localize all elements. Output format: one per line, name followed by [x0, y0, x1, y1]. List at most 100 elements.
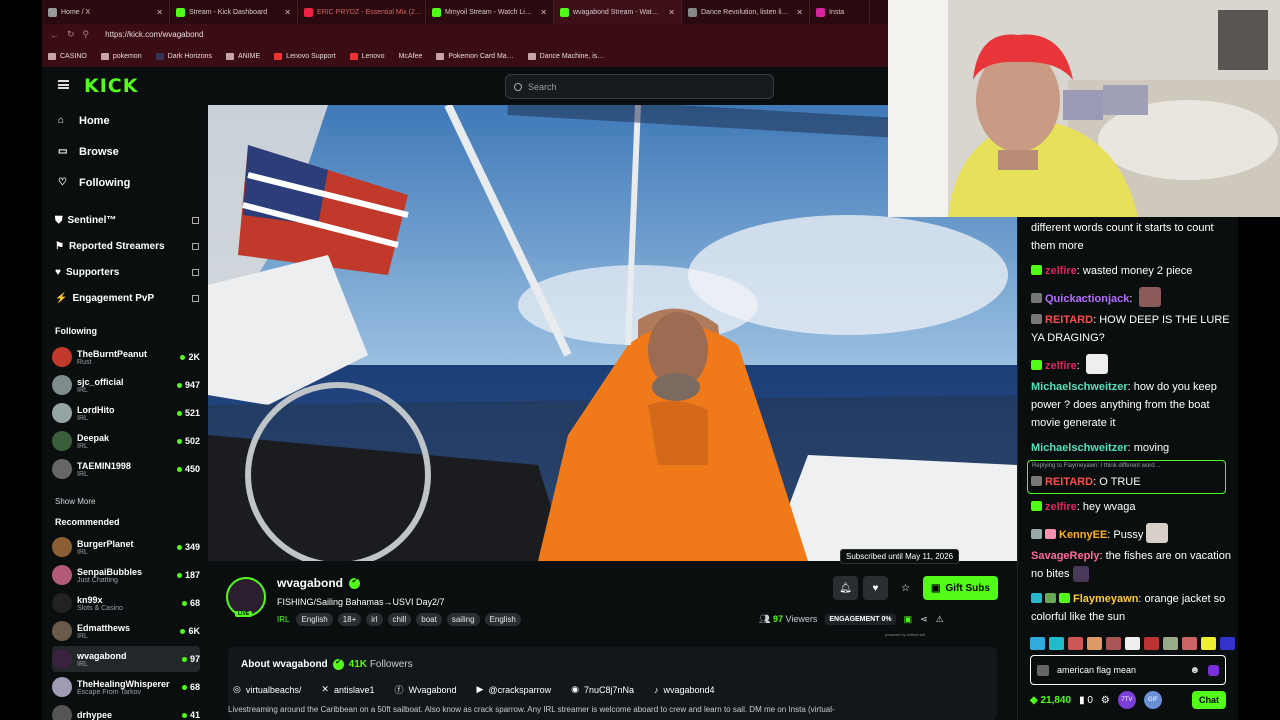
tag[interactable]: English [296, 613, 333, 626]
instagram-icon: ◎ [233, 684, 241, 694]
subscribe-button[interactable]: ☆ [893, 576, 918, 600]
tag[interactable]: boat [416, 613, 442, 626]
tool-supporters[interactable]: ♥ Supporters [55, 267, 199, 278]
channel-item[interactable]: LordHito IRL 521 [52, 400, 200, 426]
close-icon[interactable]: ✕ [156, 8, 163, 17]
social-link[interactable]: ⓕ Wvagabond [394, 683, 456, 696]
bookmark-item[interactable]: Lenovo [349, 52, 385, 60]
browser-tab[interactable]: Mmyoil Stream - Watch Li… ✕ [426, 0, 554, 24]
report-icon[interactable]: ⚠ [936, 614, 944, 625]
channel-item-selected[interactable]: wvagabond IRL 97 [52, 646, 200, 672]
social-link[interactable]: ◉ 7nuC8j7nNa [571, 683, 634, 696]
browser-tab-active[interactable]: wvagabond Stream - Wat… ✕ [554, 0, 682, 24]
tool-sentinel[interactable]: ⛊ Sentinel™ [55, 215, 199, 226]
chat-message: Michaelschweitzer: how do you keep power… [1031, 381, 1217, 429]
close-icon[interactable]: ✕ [284, 8, 291, 17]
tool-engagement-pvp[interactable]: ⚡ Engagement PvP [55, 293, 199, 304]
gif-icon[interactable]: GIF [1143, 691, 1162, 709]
menu-icon[interactable] [58, 80, 69, 89]
external-link-icon [192, 243, 199, 250]
tag[interactable]: 18+ [337, 613, 362, 626]
emote-icon[interactable] [1030, 637, 1045, 650]
tag[interactable]: sailing [446, 613, 480, 626]
close-icon[interactable]: ✕ [668, 8, 675, 17]
bookmark-item[interactable]: McAfee [399, 53, 423, 60]
channel-item[interactable]: kn99x Slots & Casino 68 [52, 590, 200, 616]
social-link[interactable]: ♪ wvagabond4 [654, 683, 715, 696]
social-link[interactable]: ◎ virtualbeachs/ [233, 683, 301, 696]
category-link[interactable]: IRL [277, 615, 289, 624]
channel-name[interactable]: wvagabond [277, 576, 361, 590]
kick-logo[interactable]: KICK [84, 75, 138, 97]
browser-tab[interactable]: Dance Revolution, listen li… ✕ [682, 0, 810, 24]
clip-icon[interactable]: ▣ [904, 614, 913, 625]
gift-subs-button[interactable]: ▣ Gift Subs [923, 576, 998, 600]
site-info-icon[interactable]: ⚲ [83, 29, 90, 40]
emote-icon[interactable] [1087, 637, 1102, 650]
emote-icon[interactable] [1125, 637, 1140, 650]
emote-icon[interactable] [1201, 637, 1216, 650]
channel-item[interactable]: SenpaiBubbles Just Chatting 187 [52, 562, 200, 588]
channel-item[interactable]: sjc_official IRL 947 [52, 372, 200, 398]
settings-icon[interactable]: ⚙ [1101, 695, 1110, 706]
emote-icon[interactable] [1068, 637, 1083, 650]
channel-item[interactable]: TheBurntPeanut Rust 2K [52, 344, 200, 370]
emote-icon[interactable] [1144, 637, 1159, 650]
share-icon[interactable]: ⋖ [920, 614, 928, 625]
browser-tab[interactable]: Home / X ✕ [42, 0, 170, 24]
channel-item[interactable]: TAEMIN1998 IRL 450 [52, 456, 200, 482]
sidebar-item-following[interactable]: ♡ Following [58, 177, 130, 189]
sidebar-item-browse[interactable]: ▭ Browse [58, 146, 119, 158]
chat-input[interactable]: american flag mean ☻ [1030, 655, 1226, 685]
tag[interactable]: irl [366, 613, 383, 626]
social-link[interactable]: ▶ @cracksparrow [477, 683, 552, 696]
bookmark-item[interactable]: Dark Horizons [155, 52, 212, 60]
7tv-icon[interactable]: 7TV [1117, 691, 1136, 709]
channel-item[interactable]: Deepak IRL 502 [52, 428, 200, 454]
bookmark-item[interactable]: Pokemon Card Ma… [436, 52, 514, 60]
emote-icon[interactable] [1049, 637, 1064, 650]
tag[interactable]: English [484, 613, 521, 626]
recommended-section-title: Recommended [55, 517, 120, 527]
close-icon[interactable]: ✕ [540, 8, 547, 17]
sidebar-item-home[interactable]: ⌂ Home [58, 115, 110, 127]
emote-icon[interactable] [1220, 637, 1235, 650]
tool-reported-streamers[interactable]: ⚑ Reported Streamers [55, 241, 199, 252]
bookmark-item[interactable]: CASINO [48, 52, 87, 60]
tag[interactable]: chill [387, 613, 412, 626]
close-icon[interactable]: ✕ [796, 8, 803, 17]
channel-item[interactable]: drhypee 41 [52, 702, 200, 720]
smiley-icon[interactable]: ☻ [1189, 665, 1200, 676]
reload-icon[interactable]: ↻ [67, 29, 75, 40]
bookmark-item[interactable]: pokemon [100, 52, 142, 60]
emote-icon[interactable] [1106, 637, 1121, 650]
favicon-icon [304, 7, 313, 17]
bookmark-item[interactable]: Lenovo Support [274, 52, 336, 60]
emote-icon[interactable] [1163, 637, 1178, 650]
bookmarks-bar: CASINO pokemon Dark Horizons ANIME Lenov… [42, 45, 888, 67]
bookmark-item[interactable]: Dance Machine, is… [527, 52, 604, 60]
channel-item[interactable]: Edmatthews IRL 6K [52, 618, 200, 644]
engagement-meter: ENGAGEMENT 0% [825, 614, 896, 625]
follow-button[interactable]: ♥ [863, 576, 888, 600]
url-field[interactable]: https://kick.com/wvagabond [105, 30, 203, 39]
badge-icon [1045, 593, 1056, 603]
channel-item[interactable]: TheHealingWhisperer Escape From Tarkov 68 [52, 674, 200, 700]
send-chat-button[interactable]: Chat [1192, 691, 1226, 709]
bookmark-item[interactable]: ANIME [226, 52, 260, 60]
social-link[interactable]: ✕ antislave1 [321, 683, 374, 696]
channel-item[interactable]: BurgerPlanet IRL 349 [52, 534, 200, 560]
notification-button[interactable]: 🔔︎ [833, 576, 858, 600]
back-icon[interactable]: ← [50, 30, 59, 40]
browser-tab[interactable]: ERIC PRYDZ - Essential Mix (2…✕ [298, 0, 426, 24]
tag-list: IRL English 18+ irl chill boat sailing E… [277, 613, 521, 626]
browser-tab[interactable]: Stream - Kick Dashboard ✕ [170, 0, 298, 24]
search-input[interactable]: Search [505, 74, 774, 99]
browser-tab[interactable]: Insta [810, 0, 870, 24]
channel-points[interactable]: ◆ 21,840 [1030, 695, 1071, 706]
kicks-balance[interactable]: ▮ 0 [1079, 695, 1093, 706]
show-more-link[interactable]: Show More [55, 497, 95, 506]
prediction-icon[interactable] [1208, 664, 1219, 676]
emote-icon[interactable] [1182, 637, 1197, 650]
verified-icon [349, 576, 361, 589]
